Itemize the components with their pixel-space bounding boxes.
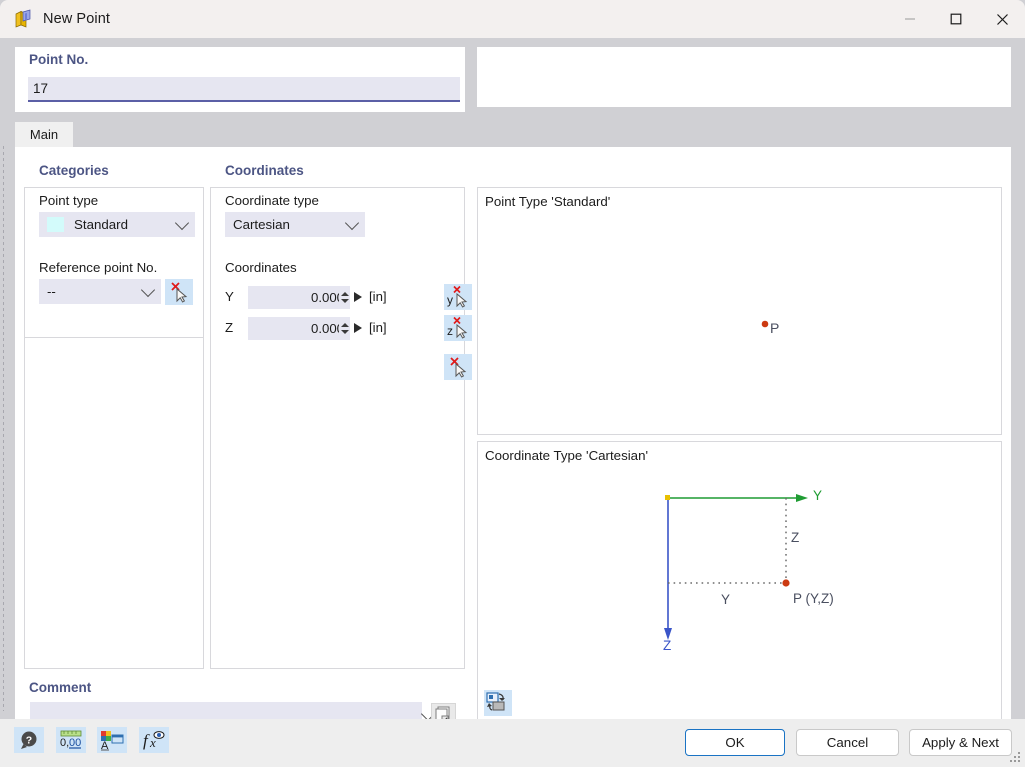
reference-point-label: Reference point No.	[39, 260, 158, 275]
svg-text:y: y	[447, 293, 453, 307]
coordinate-preview-y-dim-label: Y	[721, 592, 731, 607]
point-no-card: Point No.	[15, 47, 465, 112]
pick-y-icon[interactable]: y	[444, 284, 472, 310]
resize-grip[interactable]	[1009, 751, 1021, 763]
svg-text:00: 00	[69, 737, 81, 749]
apply-next-button[interactable]: Apply & Next	[909, 729, 1012, 756]
chevron-down-icon	[140, 282, 156, 297]
comment-label: Comment	[29, 680, 92, 695]
display-properties-icon[interactable]: A	[97, 727, 127, 753]
pick-point-icon[interactable]	[444, 354, 472, 380]
window-title: New Point	[43, 11, 110, 27]
svg-text:0,: 0,	[60, 737, 69, 749]
new-point-dialog: New Point Point No. Main	[0, 0, 1025, 767]
coordinate-z-stepper[interactable]	[339, 317, 350, 340]
point-type-value: Standard	[74, 217, 128, 232]
formula-icon[interactable]: f x	[139, 727, 169, 753]
svg-text:?: ?	[26, 735, 32, 747]
window-controls	[887, 0, 1025, 38]
close-icon[interactable]	[979, 0, 1025, 38]
title-bar: New Point	[0, 0, 1025, 39]
minimize-icon[interactable]	[887, 0, 933, 38]
coordinate-y-axis-label: Y	[225, 289, 234, 304]
units-icon[interactable]: 0, 00	[56, 727, 86, 753]
cancel-button[interactable]: Cancel	[796, 729, 899, 756]
svg-text:A: A	[101, 740, 109, 751]
coordinate-z-expand-icon[interactable]	[354, 323, 362, 333]
help-icon[interactable]: ?	[14, 727, 44, 753]
maximize-icon[interactable]	[933, 0, 979, 38]
dialog-body: Point No. Main Categories Point type Sta…	[0, 38, 1025, 735]
coordinate-y-input[interactable]: 0.000	[248, 286, 348, 309]
point-type-label: Point type	[39, 193, 99, 208]
reference-point-select[interactable]: --	[39, 279, 161, 304]
chevron-down-icon	[174, 215, 190, 230]
coordinate-y-unit: [in]	[369, 289, 387, 304]
coordinate-preview-z-axis-label: Z	[663, 638, 672, 653]
coordinate-type-preview: Coordinate Type 'Cartesian' Y Z Z Y P (Y…	[477, 441, 1002, 729]
ok-button[interactable]: OK	[685, 729, 785, 756]
svg-text:z: z	[447, 324, 453, 338]
coordinate-preview-y-axis-label: Y	[813, 488, 823, 503]
coordinate-preview-z-dim-label: Z	[791, 530, 800, 545]
diagram-settings-icon[interactable]	[484, 690, 512, 716]
point-type-color-swatch	[47, 217, 64, 232]
point-type-preview-point-label: P	[770, 320, 780, 336]
chevron-down-icon	[344, 215, 360, 230]
coordinates-title: Coordinates	[225, 163, 304, 178]
coordinate-z-axis-label: Z	[225, 320, 234, 335]
left-edge-divider	[3, 146, 4, 711]
point-object-icon	[12, 8, 34, 30]
coordinate-z-input[interactable]: 0.000	[248, 317, 348, 340]
coordinate-y-expand-icon[interactable]	[354, 292, 362, 302]
coordinate-z-unit: [in]	[369, 320, 387, 335]
coordinate-preview-point-label: P (Y,Z)	[793, 591, 834, 606]
categories-title: Categories	[39, 163, 109, 178]
point-no-label: Point No.	[29, 52, 89, 67]
main-content: Categories Point type Standard Reference…	[15, 147, 1011, 735]
coordinate-y-stepper[interactable]	[339, 286, 350, 309]
point-no-input[interactable]	[28, 77, 460, 102]
tab-strip: Main	[15, 122, 1011, 147]
coordinate-type-preview-graphic	[664, 494, 808, 640]
categories-divider	[25, 337, 203, 338]
pick-z-icon[interactable]: z	[444, 315, 472, 341]
reference-point-value: --	[47, 284, 56, 299]
coordinate-type-value: Cartesian	[233, 217, 290, 232]
coordinate-type-select[interactable]: Cartesian	[225, 212, 365, 237]
pick-reference-point-icon[interactable]	[165, 279, 193, 305]
tab-main[interactable]: Main	[15, 122, 73, 147]
svg-text:f: f	[143, 731, 150, 750]
coordinates-section-label: Coordinates	[225, 260, 297, 275]
point-type-select[interactable]: Standard	[39, 212, 195, 237]
header-info-panel	[477, 47, 1011, 107]
coordinate-type-label: Coordinate type	[225, 193, 319, 208]
point-type-preview-graphic	[761, 320, 769, 328]
point-type-preview: Point Type 'Standard' P	[477, 187, 1002, 435]
